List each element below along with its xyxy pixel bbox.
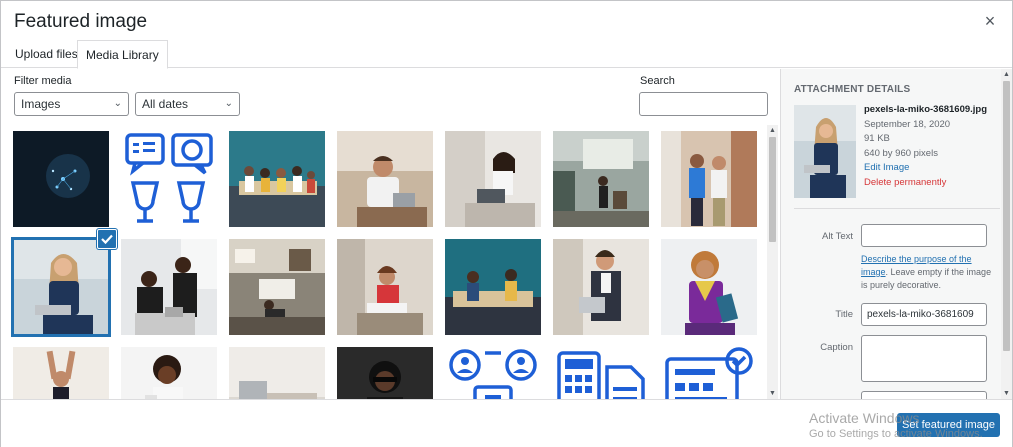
alt-text-input[interactable] — [861, 224, 987, 247]
modal-title: Featured image — [14, 11, 148, 32]
calculator-document-icon[interactable] — [553, 347, 649, 399]
modal-tabs: Upload files Media Library — [1, 39, 1012, 69]
attachment-thumb[interactable] — [121, 239, 217, 335]
scroll-down-icon[interactable]: ▼ — [767, 390, 778, 397]
title-label: Title — [835, 309, 853, 320]
media-browser: Filter media Images ⌄ All dates ⌄ Search — [1, 69, 780, 399]
attachment-thumb[interactable] — [229, 131, 325, 227]
caption-textarea[interactable] — [861, 335, 987, 382]
scroll-down-icon[interactable]: ▼ — [1001, 390, 1012, 397]
search-input[interactable] — [639, 92, 768, 116]
attachment-filesize: 91 KB — [864, 133, 890, 144]
attachment-dimensions: 640 by 960 pixels — [864, 147, 938, 159]
media-date-select[interactable]: All dates ⌄ — [135, 92, 240, 116]
attachment-thumb[interactable] — [661, 239, 757, 335]
scroll-up-icon[interactable]: ▲ — [1001, 71, 1012, 78]
attachment-thumb[interactable] — [445, 131, 541, 227]
edit-image-link[interactable]: Edit Image — [864, 161, 987, 176]
tab-upload-files[interactable]: Upload files — [7, 40, 86, 68]
details-scrollbar[interactable]: ▲ ▼ — [1001, 69, 1012, 399]
grid-scroll-thumb[interactable] — [769, 137, 776, 242]
close-icon[interactable]: × — [980, 11, 1000, 31]
media-date-value: All dates — [142, 97, 189, 111]
attachment-thumb[interactable] — [229, 239, 325, 335]
set-featured-image-button[interactable]: Set featured image — [897, 413, 1000, 437]
attachment-thumb[interactable] — [553, 239, 649, 335]
media-type-value: Images — [21, 97, 61, 111]
attachment-thumb[interactable] — [445, 239, 541, 335]
attachment-date: September 18, 2020 — [864, 118, 951, 130]
tab-media-library[interactable]: Media Library — [77, 40, 168, 69]
attachment-thumb[interactable] — [229, 347, 325, 399]
attachment-thumb[interactable] — [337, 131, 433, 227]
alt-text-label: Alt Text — [822, 231, 853, 242]
attachment-preview — [794, 105, 856, 198]
media-type-select[interactable]: Images ⌄ — [14, 92, 129, 116]
chat-price-glasses-icon[interactable] — [121, 131, 217, 227]
featured-image-modal: Featured image × Upload files Media Libr… — [0, 0, 1013, 447]
details-divider — [794, 208, 1000, 209]
chevron-down-icon: ⌄ — [113, 98, 122, 109]
attachment-thumb[interactable] — [553, 131, 649, 227]
attachment-thumb[interactable] — [337, 347, 433, 399]
attachment-thumb[interactable] — [13, 131, 109, 227]
chevron-down-icon: ⌄ — [224, 98, 233, 109]
network-people-icon[interactable] — [445, 347, 541, 399]
attachment-thumb[interactable] — [13, 347, 109, 399]
machine-check-icon[interactable] — [661, 347, 757, 399]
search-label: Search — [640, 75, 675, 87]
selected-attachment-thumb[interactable] — [11, 237, 111, 337]
scroll-up-icon[interactable]: ▲ — [767, 127, 778, 134]
attachment-info: pexels-la-miko-3681609.jpg September 18,… — [864, 103, 987, 190]
title-input[interactable] — [861, 303, 987, 326]
alt-text-help: Describe the purpose of the image. Leave… — [861, 253, 993, 292]
checkmark-icon[interactable] — [97, 229, 117, 249]
filter-media-label: Filter media — [14, 75, 72, 87]
attachment-thumb[interactable] — [661, 131, 757, 227]
caption-label: Caption — [820, 342, 853, 353]
delete-permanently-link[interactable]: Delete permanently — [864, 176, 987, 191]
attachment-details-heading: ATTACHMENT DETAILS — [794, 84, 911, 95]
details-scroll-thumb[interactable] — [1003, 81, 1010, 351]
attachment-thumb[interactable] — [121, 347, 217, 399]
description-textarea[interactable] — [861, 391, 987, 399]
attachment-filename: pexels-la-miko-3681609.jpg — [864, 104, 988, 115]
modal-footer: Set featured image Activate Windows Go t… — [1, 399, 1012, 447]
attachment-details-panel: ATTACHMENT DETAILS pexels-la-miko-368160… — [780, 69, 1012, 399]
attachment-thumb[interactable] — [337, 239, 433, 335]
grid-scrollbar[interactable]: ▲ ▼ — [767, 125, 778, 399]
